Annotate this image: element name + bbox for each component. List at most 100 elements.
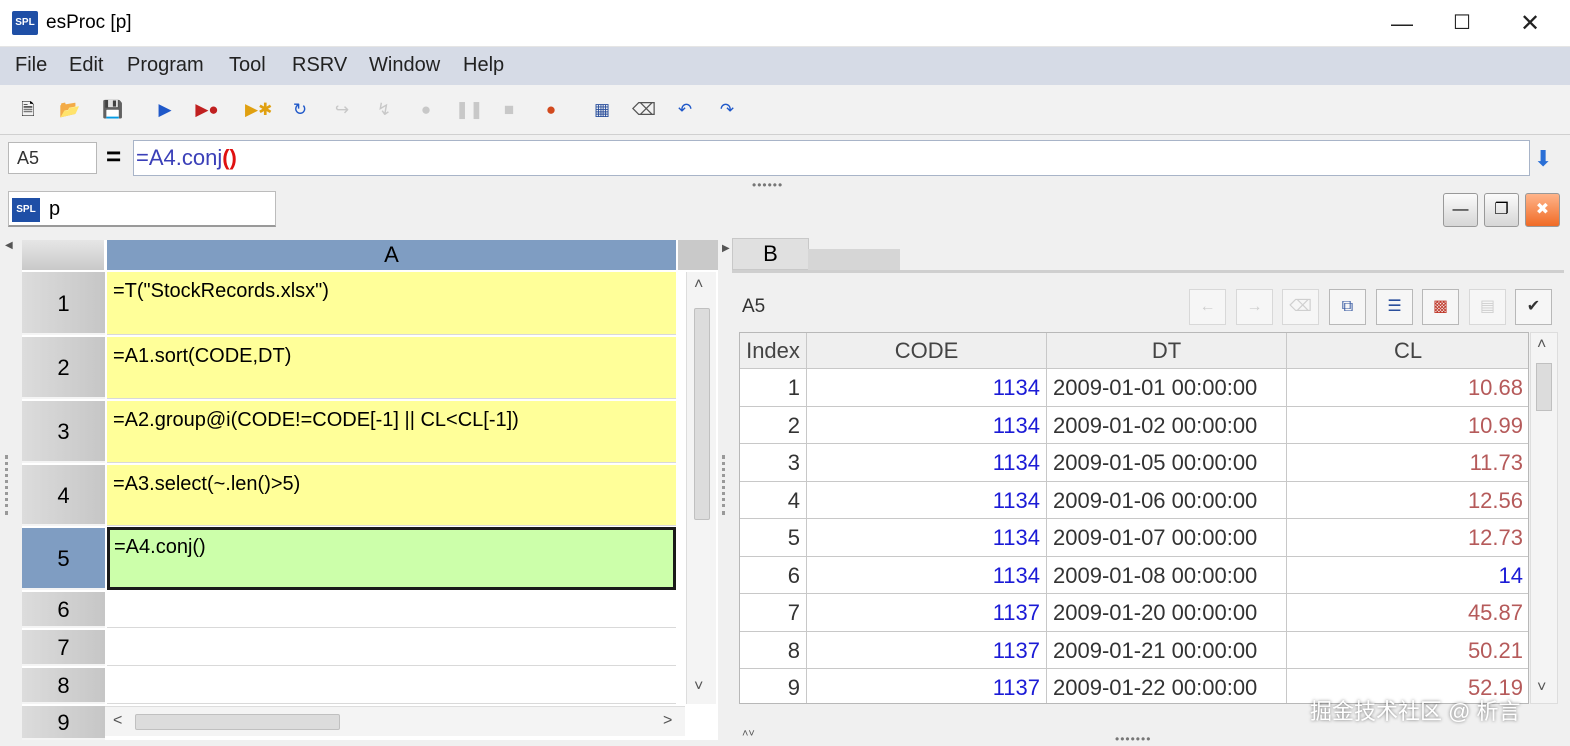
save-icon[interactable]: 💾: [101, 98, 125, 122]
cell-a7[interactable]: [107, 630, 676, 666]
result-vertical-scrollbar[interactable]: ˄ ˅: [1530, 332, 1558, 704]
menu-tool[interactable]: Tool: [229, 54, 266, 77]
cell-code[interactable]: 1137: [807, 631, 1047, 669]
mdi-restore-button[interactable]: ❐: [1484, 193, 1519, 227]
mdi-close-button[interactable]: ✖: [1525, 193, 1560, 227]
cell-index[interactable]: 9: [740, 669, 807, 703]
cell-index[interactable]: 8: [740, 631, 807, 669]
table-row[interactable]: 4 1134 2009-01-06 00:00:00 12.56: [740, 481, 1528, 519]
cell-dt[interactable]: 2009-01-07 00:00:00: [1047, 519, 1287, 557]
cell-cl[interactable]: 45.87: [1287, 594, 1528, 632]
mdi-minimize-button[interactable]: —: [1443, 193, 1478, 227]
undo-icon[interactable]: ↶: [673, 98, 697, 122]
redo-icon[interactable]: ↷: [715, 98, 739, 122]
copy-button[interactable]: ⧉: [1329, 289, 1366, 325]
cell-dt[interactable]: 2009-01-02 00:00:00: [1047, 406, 1287, 444]
scrollbar-thumb[interactable]: [135, 714, 340, 730]
cell-cl[interactable]: 12.73: [1287, 519, 1528, 557]
cell-code[interactable]: 1134: [807, 519, 1047, 557]
menu-help[interactable]: Help: [463, 54, 504, 77]
expand-formula-icon[interactable]: ⬇: [1534, 146, 1552, 172]
cell-dt[interactable]: 2009-01-06 00:00:00: [1047, 481, 1287, 519]
scrollbar-thumb[interactable]: [694, 308, 710, 520]
cell-index[interactable]: 5: [740, 519, 807, 557]
forward-button[interactable]: →: [1236, 289, 1273, 325]
row-header-2[interactable]: 2: [22, 337, 105, 399]
tab-b[interactable]: B: [732, 238, 809, 270]
scroll-right-icon[interactable]: >: [663, 712, 672, 730]
table-row[interactable]: 6 1134 2009-01-08 00:00:00 14: [740, 556, 1528, 594]
collapse-left-icon[interactable]: ◀: [5, 240, 13, 251]
cell-index[interactable]: 6: [740, 556, 807, 594]
left-splitter-handle[interactable]: [5, 455, 11, 515]
table-row[interactable]: 2 1134 2009-01-02 00:00:00 10.99: [740, 406, 1528, 444]
debug-icon[interactable]: ▶●: [195, 98, 219, 122]
cell-cl[interactable]: 12.56: [1287, 482, 1528, 519]
menu-window[interactable]: Window: [369, 54, 440, 77]
row-header-8[interactable]: 8: [22, 668, 105, 704]
row-header-9[interactable]: 9: [22, 706, 105, 740]
cell-cl[interactable]: 10.99: [1287, 407, 1528, 444]
menu-rsrv[interactable]: RSRV: [292, 54, 347, 77]
cell-cl[interactable]: 50.21: [1287, 632, 1528, 669]
middle-splitter-handle[interactable]: [722, 455, 728, 515]
cell-index[interactable]: 1: [740, 369, 807, 407]
cell-cl[interactable]: 10.68: [1287, 369, 1528, 407]
scroll-left-icon[interactable]: <: [113, 712, 122, 730]
row-header-4[interactable]: 4: [22, 465, 105, 526]
cell-code[interactable]: 1137: [807, 669, 1047, 703]
breakpoint-icon[interactable]: ●: [539, 98, 563, 122]
scroll-up-icon[interactable]: ˄: [694, 276, 703, 294]
cell-code[interactable]: 1134: [807, 444, 1047, 482]
cell-index[interactable]: 7: [740, 594, 807, 632]
column-header-dt[interactable]: DT: [1047, 333, 1287, 369]
clear-button[interactable]: ⌫: [1282, 289, 1319, 325]
pin-button[interactable]: ✔: [1515, 289, 1552, 325]
minimize-button[interactable]: —: [1372, 0, 1432, 47]
row-header-6[interactable]: 6: [22, 592, 105, 628]
cell-code[interactable]: 1134: [807, 369, 1047, 407]
cell-dt[interactable]: 2009-01-01 00:00:00: [1047, 369, 1287, 407]
column-header-code[interactable]: CODE: [807, 333, 1047, 369]
list-view-button[interactable]: ☰: [1376, 289, 1413, 325]
open-folder-icon[interactable]: 📂: [58, 98, 82, 122]
row-header-1[interactable]: 1: [22, 272, 105, 335]
cell-cl[interactable]: 11.73: [1287, 444, 1528, 482]
cell-dt[interactable]: 2009-01-20 00:00:00: [1047, 594, 1287, 632]
cell-name-field[interactable]: A5: [8, 142, 97, 174]
scrollbar-thumb[interactable]: [1536, 363, 1552, 411]
table-row[interactable]: 1 1134 2009-01-01 00:00:00 10.68: [740, 369, 1528, 407]
cell-index[interactable]: 3: [740, 444, 807, 482]
document-tab[interactable]: SPL p: [8, 191, 276, 227]
cell-code[interactable]: 1134: [807, 481, 1047, 519]
cell-code[interactable]: 1134: [807, 406, 1047, 444]
eraser-icon[interactable]: ⌫: [632, 98, 656, 122]
cell-a3[interactable]: =A2.group@i(CODE!=CODE[-1] || CL<CL[-1]): [107, 401, 676, 463]
splitter-handle[interactable]: ••••••: [752, 178, 783, 192]
table-row[interactable]: 8 1137 2009-01-21 00:00:00 50.21: [740, 631, 1528, 669]
back-button[interactable]: ←: [1189, 289, 1226, 325]
cell-code[interactable]: 1134: [807, 556, 1047, 594]
menu-file[interactable]: File: [15, 54, 47, 77]
cell-dt[interactable]: 2009-01-21 00:00:00: [1047, 631, 1287, 669]
row-header-5[interactable]: 5: [22, 528, 105, 590]
scroll-down-icon[interactable]: ˅: [1537, 679, 1546, 697]
scroll-down-icon[interactable]: ˅: [694, 678, 703, 696]
maximize-button[interactable]: ☐: [1432, 0, 1492, 47]
cell-a1[interactable]: =T("StockRecords.xlsx"): [107, 272, 676, 335]
cell-a5[interactable]: =A4.conj(): [107, 527, 676, 590]
collapse-bottom-icon[interactable]: ˄˅: [742, 728, 755, 740]
column-header-index[interactable]: Index: [740, 333, 807, 369]
cell-index[interactable]: 4: [740, 481, 807, 519]
terminate-icon[interactable]: ■: [497, 98, 521, 122]
step-over-icon[interactable]: ↪: [330, 98, 354, 122]
cell-a2[interactable]: =A1.sort(CODE,DT): [107, 337, 676, 399]
scroll-up-icon[interactable]: ˄: [1537, 336, 1546, 354]
chart-button[interactable]: ▩: [1422, 289, 1459, 325]
cell-a6[interactable]: [107, 592, 676, 628]
row-header-3[interactable]: 3: [22, 401, 105, 463]
cell-dt[interactable]: 2009-01-05 00:00:00: [1047, 444, 1287, 482]
new-file-icon[interactable]: 🗎: [16, 98, 40, 122]
collapse-right-icon[interactable]: ▶: [722, 243, 730, 254]
formula-input[interactable]: =A4.conj(): [133, 140, 1530, 176]
